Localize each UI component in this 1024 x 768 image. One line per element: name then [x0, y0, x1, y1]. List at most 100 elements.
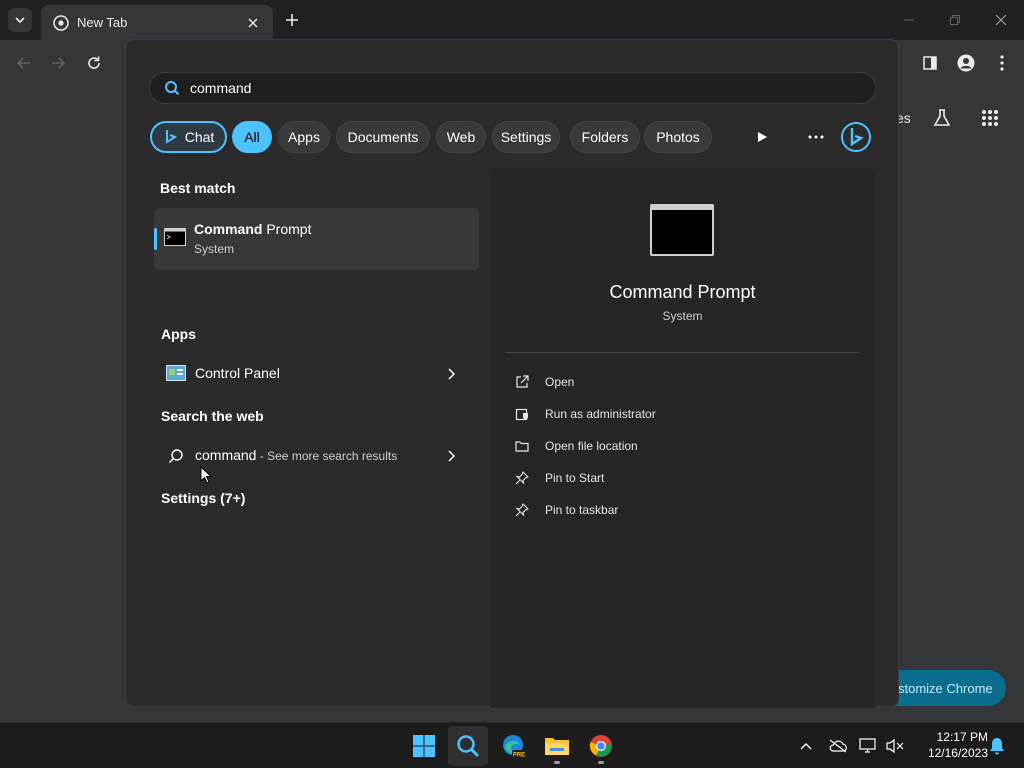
app-result-control-panel[interactable]: Control Panel	[154, 354, 479, 394]
reload-button[interactable]	[82, 51, 106, 75]
minimize-icon	[904, 19, 914, 21]
action-pin-to-start[interactable]: Pin to Start	[514, 464, 844, 492]
filter-all-label: All	[244, 129, 260, 145]
restore-button[interactable]	[932, 0, 978, 40]
minimize-button[interactable]	[886, 0, 932, 40]
profile-button[interactable]	[954, 51, 978, 75]
pin-icon	[514, 502, 530, 518]
chevron-right-icon	[448, 368, 455, 380]
taskbar-edge-beta[interactable]: PRE	[493, 726, 533, 766]
filter-folders[interactable]: Folders	[570, 121, 640, 153]
chrome-menu-button[interactable]	[990, 51, 1014, 75]
tab-search-button[interactable]	[8, 8, 32, 32]
chrome-favicon-icon	[53, 14, 69, 31]
filter-chat-label: Chat	[184, 129, 215, 145]
divider	[505, 352, 860, 353]
clock-date: 12/16/2023	[927, 746, 988, 760]
filter-documents[interactable]: Documents	[336, 121, 430, 153]
close-icon	[248, 18, 258, 27]
action-pin-to-taskbar[interactable]: Pin to taskbar	[514, 496, 844, 524]
close-window-button[interactable]	[978, 0, 1024, 40]
running-indicator	[598, 761, 604, 764]
labs-button[interactable]	[930, 106, 954, 130]
filter-folders-label: Folders	[581, 129, 629, 145]
best-match-title: Command Prompt	[194, 221, 311, 237]
action-run-as-administrator[interactable]: Run as administrator	[514, 400, 844, 428]
reload-icon	[88, 56, 100, 69]
best-match-subtitle: System	[194, 242, 235, 256]
search-input[interactable]	[190, 80, 790, 96]
network-tray-button[interactable]	[858, 735, 880, 757]
expand-button[interactable]	[443, 366, 459, 382]
show-hidden-icons-button[interactable]	[795, 735, 817, 757]
taskbar-search-button[interactable]	[448, 726, 488, 766]
best-match-result[interactable]: Command Prompt System	[154, 208, 479, 270]
apps-heading: Apps	[161, 326, 196, 342]
file-explorer-icon	[545, 738, 569, 755]
taskbar-clock[interactable]: 12:17 PM 12/16/2023	[912, 729, 988, 761]
back-button[interactable]	[12, 51, 36, 75]
filter-web[interactable]: Web	[436, 121, 486, 153]
bing-chat-icon	[165, 130, 177, 144]
command-prompt-icon	[164, 228, 186, 246]
chevron-up-icon	[800, 743, 812, 750]
volume-tray-button[interactable]	[884, 735, 906, 757]
best-match-heading: Best match	[160, 180, 236, 196]
more-vertical-icon	[1000, 55, 1004, 71]
windows-taskbar: PRE 12:17 PM 12/16/2023	[0, 722, 1024, 768]
side-panel-button[interactable]	[918, 51, 942, 75]
search-web-heading: Search the web	[161, 408, 264, 424]
search-box[interactable]	[149, 72, 876, 104]
open-external-icon	[514, 374, 530, 390]
taskbar-file-explorer[interactable]	[537, 726, 577, 766]
bing-button[interactable]	[840, 121, 872, 153]
preview-title: Command Prompt	[609, 282, 756, 302]
filter-settings[interactable]: Settings	[492, 121, 560, 153]
action-open[interactable]: Open	[514, 368, 844, 396]
notifications-button[interactable]	[986, 735, 1008, 757]
chevron-down-icon	[15, 17, 25, 24]
web-result-text: command - See more search results	[195, 447, 397, 463]
google-apps-button[interactable]	[978, 106, 1002, 130]
web-query: command	[195, 447, 257, 463]
filter-photos-label: Photos	[656, 129, 700, 145]
tab-new-tab[interactable]: New Tab	[41, 5, 273, 40]
more-filters-play-button[interactable]	[746, 121, 778, 153]
apps-grid-icon	[982, 110, 998, 126]
taskbar-chrome[interactable]	[581, 726, 621, 766]
settings-heading[interactable]: Settings (7+)	[161, 490, 245, 506]
play-icon	[758, 132, 767, 142]
start-button[interactable]	[404, 726, 444, 766]
app-result-title: Control Panel	[195, 365, 280, 381]
folder-icon	[514, 438, 530, 454]
action-label: Run as administrator	[545, 407, 656, 421]
cloud-offline-icon	[829, 739, 847, 753]
tab-close-button[interactable]	[245, 15, 261, 31]
more-options-button[interactable]	[800, 121, 832, 153]
new-tab-button[interactable]	[280, 8, 304, 32]
filter-all[interactable]: All	[232, 121, 272, 153]
filter-apps[interactable]: Apps	[278, 121, 330, 153]
running-indicator	[554, 761, 560, 764]
filter-web-label: Web	[446, 129, 476, 145]
shield-admin-icon	[514, 406, 530, 422]
forward-button[interactable]	[46, 51, 70, 75]
close-icon	[995, 14, 1007, 26]
filter-chat[interactable]: Chat	[150, 121, 227, 153]
onedrive-tray-button[interactable]	[827, 735, 849, 757]
bell-icon	[990, 738, 1004, 755]
action-label: Pin to taskbar	[545, 503, 619, 517]
filter-photos[interactable]: Photos	[644, 121, 712, 153]
search-icon	[169, 449, 183, 463]
action-label: Open file location	[545, 439, 638, 453]
expand-button[interactable]	[443, 448, 459, 464]
network-icon	[859, 738, 876, 753]
filter-settings-label: Settings	[500, 129, 552, 145]
action-open-file-location[interactable]: Open file location	[514, 432, 844, 460]
best-match-title-bold: Command	[194, 221, 263, 237]
plus-icon	[286, 14, 298, 26]
arrow-right-icon	[52, 57, 66, 69]
filter-apps-label: Apps	[288, 129, 320, 145]
web-suffix: - See more search results	[256, 449, 398, 463]
bing-logo-icon	[841, 122, 871, 152]
